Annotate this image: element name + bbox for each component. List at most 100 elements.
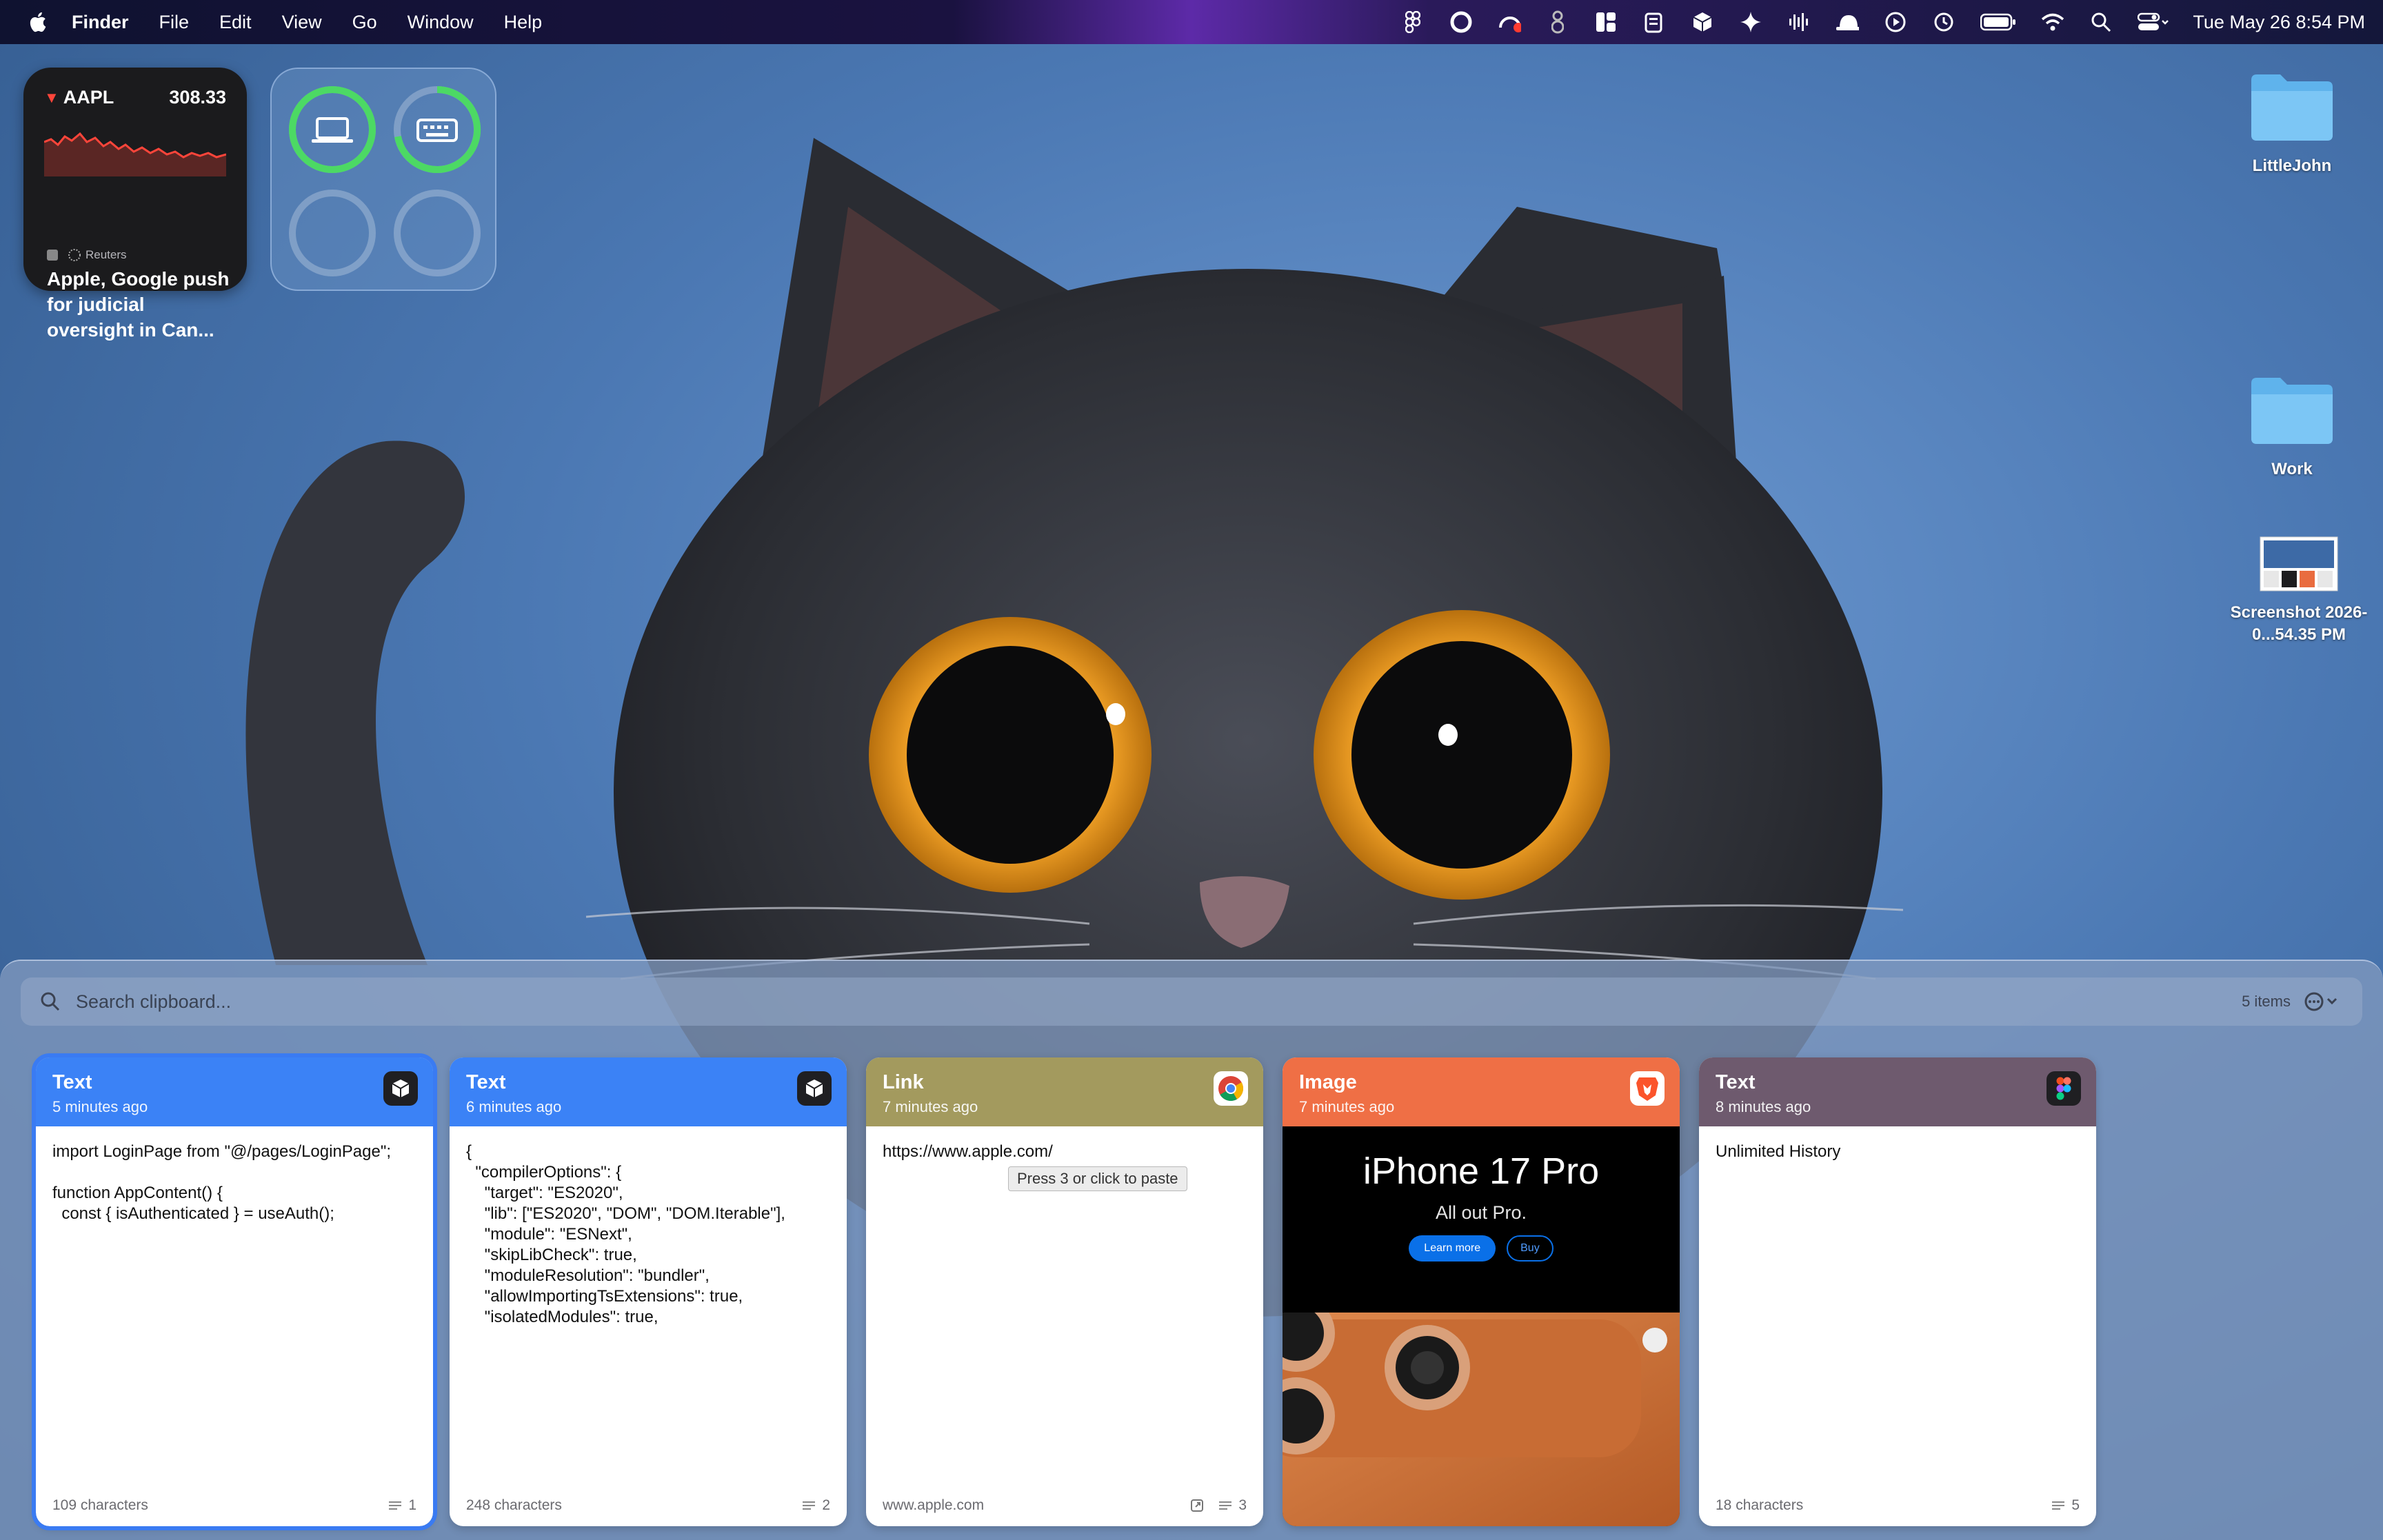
menu-bar: Finder File Edit View Go Window Help Tue…	[0, 0, 2383, 44]
menu-view[interactable]: View	[282, 12, 322, 33]
stock-symbol: AAPL	[63, 87, 114, 108]
clipboard-search-input[interactable]	[76, 991, 2007, 1013]
stock-ticker: ▼ AAPL	[44, 87, 114, 108]
batteries-widget[interactable]	[270, 68, 496, 291]
card-char-count: 18 characters	[1716, 1497, 1804, 1513]
desktop-folder-work[interactable]: Work	[2216, 372, 2368, 480]
card-time: 7 minutes ago	[883, 1098, 978, 1115]
news-headline[interactable]: Apple, Google push for judicial oversigh…	[47, 266, 233, 343]
desktop-icon-label: Screenshot 2026-0...54.35 PM	[2230, 603, 2368, 644]
desktop-icon-label: Work	[2271, 460, 2313, 478]
menubar-clock[interactable]: Tue May 26 8:54 PM	[2193, 12, 2365, 33]
card-footer: www.apple.com 3	[883, 1497, 1247, 1514]
card-header: Text 5 minutes ago	[36, 1057, 433, 1126]
card-content: Unlimited History	[1716, 1142, 1841, 1161]
keyboard-battery-ring	[394, 86, 481, 173]
card-header: Text 8 minutes ago	[1699, 1057, 2096, 1126]
card-time: 7 minutes ago	[1299, 1098, 1395, 1115]
menu-window[interactable]: Window	[408, 12, 474, 33]
open-link-icon[interactable]	[1190, 1499, 1207, 1512]
battery-tray-icon[interactable]	[1980, 10, 2016, 34]
clipboard-card-5[interactable]: Text 8 minutes ago Unlimited History 18 …	[1699, 1057, 2096, 1526]
card-time: 5 minutes ago	[52, 1098, 148, 1115]
card-header: Image 7 minutes ago	[1283, 1057, 1680, 1126]
card-time: 8 minutes ago	[1716, 1098, 1811, 1115]
menu-help[interactable]: Help	[504, 12, 543, 33]
stocks-widget[interactable]: ▼ AAPL 308.33 Reuters Apple, Google push…	[23, 68, 247, 341]
apple-menu-icon[interactable]	[26, 10, 51, 34]
control-center-icon[interactable]	[2138, 10, 2169, 34]
menu-app-finder[interactable]: Finder	[72, 12, 129, 33]
options-menu-button[interactable]	[2303, 989, 2342, 1014]
clipboard-search-bar: 5 items	[21, 977, 2362, 1026]
sparkle-tray-icon[interactable]	[1739, 10, 1762, 34]
card-header: Text 6 minutes ago	[450, 1057, 847, 1126]
card-header: Link 7 minutes ago	[866, 1057, 1263, 1126]
card-type: Text	[466, 1071, 506, 1093]
lines-icon	[2052, 1501, 2065, 1510]
menu-file[interactable]: File	[159, 12, 190, 33]
empty-battery-ring	[394, 190, 481, 276]
stock-price: 308.33	[169, 87, 226, 108]
card-time: 6 minutes ago	[466, 1098, 562, 1115]
laptop-icon	[312, 117, 353, 143]
ellipsis-circle-chevron-icon	[2304, 992, 2337, 1011]
card-content: import LoginPage from "@/pages/LoginPage…	[52, 1142, 392, 1223]
stock-sparkline	[44, 132, 226, 176]
clipboard-tray-icon[interactable]	[1642, 10, 1666, 34]
speedometer-tray-icon[interactable]	[1498, 10, 1522, 34]
desktop-file-screenshot[interactable]: Screenshot 2026-0...54.35 PM	[2216, 536, 2382, 646]
spotlight-search-icon[interactable]	[2089, 10, 2113, 34]
menu-edit[interactable]: Edit	[219, 12, 252, 33]
figma-icon	[2047, 1071, 2081, 1106]
search-icon	[41, 992, 60, 1011]
paste-tooltip: Press 3 or click to paste	[1008, 1166, 1187, 1191]
clipboard-panel: 5 items Text 5 minutes ago import LoginP…	[0, 960, 2383, 1540]
folder-icon	[2251, 74, 2333, 141]
desktop-icon-label: LittleJohn	[2252, 156, 2332, 175]
lines-icon	[389, 1501, 402, 1510]
clipboard-card-1[interactable]: Text 5 minutes ago import LoginPage from…	[32, 1053, 437, 1530]
card-link-domain: www.apple.com	[883, 1497, 985, 1513]
play-circle-tray-icon[interactable]	[1884, 10, 1907, 34]
menu-go[interactable]: Go	[352, 12, 377, 33]
brave-icon	[1630, 1071, 1665, 1106]
keyboard-icon	[416, 119, 458, 142]
card-image-preview: iPhone 17 Pro All out Pro. Learn more Bu…	[1283, 1126, 1680, 1526]
card-index-number: 3	[1238, 1497, 1247, 1513]
ring-tray-icon[interactable]	[1449, 10, 1473, 34]
hat-tray-icon[interactable]	[1836, 10, 1860, 34]
empty-battery-ring	[289, 190, 376, 276]
waveform-tray-icon[interactable]	[1787, 10, 1811, 34]
layout-tray-icon[interactable]	[1594, 10, 1618, 34]
card-index-number: 5	[2071, 1497, 2080, 1513]
figma-tray-icon[interactable]	[1401, 10, 1425, 34]
time-machine-tray-icon[interactable]	[1932, 10, 1955, 34]
preview-title: iPhone 17 Pro	[1363, 1151, 1600, 1192]
card-index: 5	[2052, 1497, 2080, 1514]
clipboard-card-4[interactable]: Image 7 minutes ago iPhone 17 Pro All ou…	[1283, 1057, 1680, 1526]
card-char-count: 109 characters	[52, 1497, 148, 1513]
lines-icon	[1219, 1501, 1232, 1510]
news-source-label: Reuters	[86, 248, 127, 261]
wifi-tray-icon[interactable]	[2041, 10, 2064, 34]
card-type: Link	[883, 1071, 924, 1093]
clipboard-card-3[interactable]: Link 7 minutes ago https://www.apple.com…	[866, 1057, 1263, 1526]
link-tray-icon[interactable]	[1546, 10, 1569, 34]
screenshot-thumbnail-icon	[2260, 536, 2338, 591]
card-index-number: 2	[822, 1497, 830, 1513]
preview-subtitle: All out Pro.	[1435, 1202, 1527, 1223]
preview-learn-more: Learn more	[1409, 1235, 1496, 1262]
card-index: 3	[1190, 1497, 1247, 1514]
iphone-camera-artwork	[1283, 1313, 1680, 1526]
card-type: Text	[1716, 1071, 1756, 1093]
chrome-icon	[1214, 1071, 1248, 1106]
cube-tray-icon[interactable]	[1691, 10, 1714, 34]
card-type: Image	[1299, 1071, 1357, 1093]
news-source-icon	[47, 249, 81, 261]
desktop-folder-littlejohn[interactable]: LittleJohn	[2216, 69, 2368, 177]
lines-icon	[803, 1501, 816, 1510]
clipboard-card-2[interactable]: Text 6 minutes ago { "compilerOptions": …	[450, 1057, 847, 1526]
card-index: 2	[803, 1497, 830, 1514]
card-type: Text	[52, 1071, 92, 1093]
